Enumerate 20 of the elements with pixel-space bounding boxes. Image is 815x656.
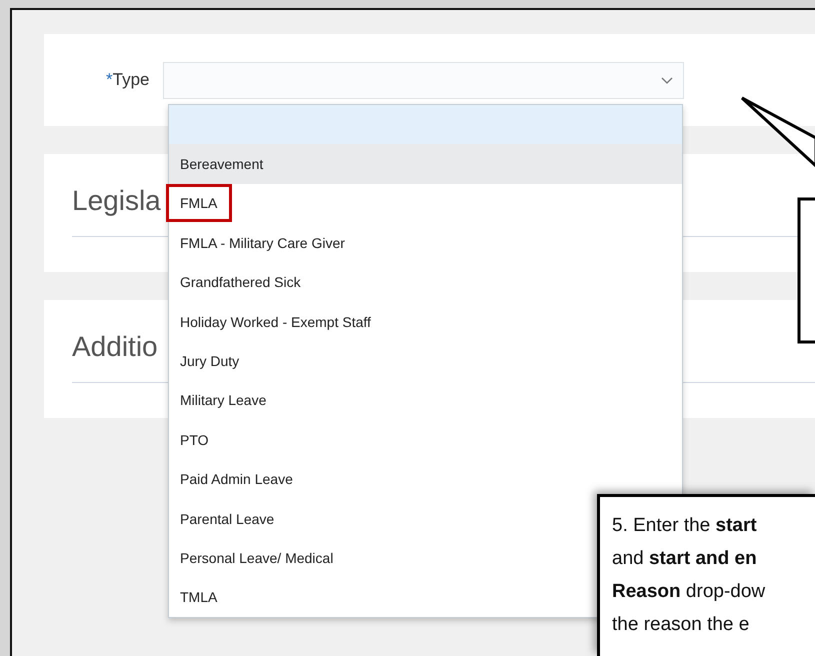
highlight-outline: FMLA [169,187,230,220]
dropdown-option[interactable] [169,105,682,144]
dropdown-option[interactable]: Grandfathered Sick [169,262,682,302]
type-label: *Type [106,70,150,90]
section-title: Legisla [72,184,161,218]
callout-text: Reason drop-dow [612,580,766,604]
dropdown-option[interactable]: FMLA [169,184,682,224]
dropdown-option[interactable]: Military Leave [169,380,682,420]
dropdown-option[interactable]: Holiday Worked - Exempt Staff [169,302,682,342]
dropdown-option[interactable]: Paid Admin Leave [169,460,682,499]
callout-text: and start and en [612,547,757,571]
callout-text: the reason the e [612,613,750,637]
dropdown-option[interactable]: FMLA - Military Care Giver [169,223,682,263]
dropdown-option[interactable]: Bereavement [169,144,682,184]
chevron-down-icon [661,76,674,84]
dropdown-option[interactable]: PTO [169,420,682,460]
callout-text: 5. Enter the start [612,514,757,538]
type-select[interactable] [163,62,684,98]
dropdown-option[interactable]: Jury Duty [169,341,682,381]
section-title: Additio [72,330,158,364]
